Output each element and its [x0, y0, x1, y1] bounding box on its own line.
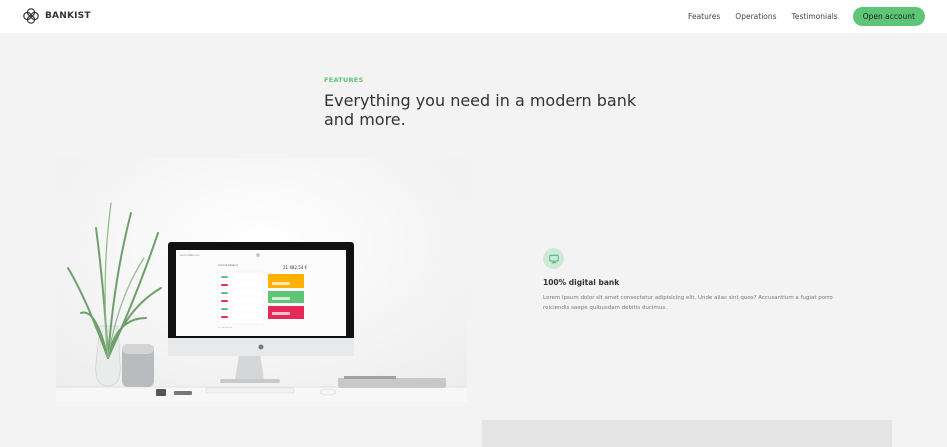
- open-account-button[interactable]: Open account: [852, 7, 925, 26]
- top-navigation: BANKIST Features Operations Testimonials…: [0, 0, 947, 33]
- monitor-icon: [543, 248, 564, 269]
- feature-title: 100% digital bank: [543, 278, 620, 287]
- feature-image: Good Afternoon Current balance 21 482,54…: [56, 158, 467, 402]
- nav-links: Features Operations Testimonials Open ac…: [688, 7, 925, 26]
- svg-text:Current balance: Current balance: [218, 263, 238, 267]
- svg-text:In Out Interest: In Out Interest: [218, 326, 233, 329]
- brand-logo[interactable]: BANKIST: [22, 7, 91, 25]
- nav-link-operations[interactable]: Operations: [735, 12, 776, 21]
- feature-description: Lorem ipsum dolor sit amet consectetur a…: [543, 295, 833, 311]
- section-title: Everything you need in a modern bank and…: [324, 91, 637, 129]
- section-label: FEATURES: [324, 76, 364, 84]
- brand-name: BANKIST: [45, 11, 91, 21]
- next-feature-image-placeholder: [482, 420, 892, 447]
- logo-icon: [23, 8, 39, 24]
- svg-text:Good Afternoon: Good Afternoon: [180, 253, 200, 257]
- screen-balance: 21 482,54 €: [283, 265, 308, 270]
- nav-link-features[interactable]: Features: [688, 12, 720, 21]
- nav-link-testimonials[interactable]: Testimonials: [792, 12, 838, 21]
- feature-digital-bank: 100% digital bank Lorem ipsum dolor sit …: [543, 248, 833, 313]
